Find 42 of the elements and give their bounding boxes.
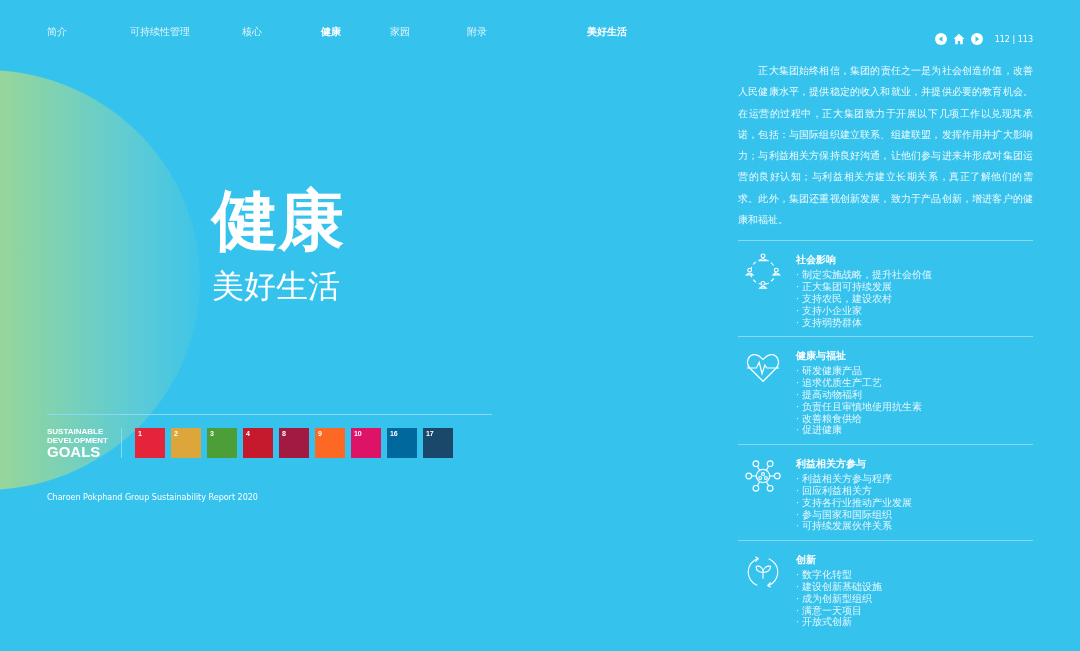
section-heading: 社会影响 [796, 253, 837, 268]
list-item: · 提高动物福利 [796, 388, 864, 401]
people-circle-icon [744, 253, 782, 292]
section-heading: 利益相关方参与 [796, 457, 867, 472]
list-item: · 支持弱势群体 [796, 316, 864, 329]
back-icon[interactable] [934, 33, 947, 45]
list-item: · 回应利益相关方 [796, 484, 874, 497]
nav-link[interactable]: 健康 [321, 25, 390, 39]
list-item: · 可持续发展伙伴关系 [796, 520, 894, 533]
list-item: · 追求优质生产工艺 [796, 377, 884, 389]
nav-link[interactable]: 核心 [242, 25, 321, 39]
page-title: 健康 [212, 180, 345, 260]
list-item: · 利益相关方参与程序 [796, 473, 894, 485]
intro-paragraph: 正大集团始终相信，集团的责任之一是为社会创造价值，改善人民健康水平，提供稳定的收入和就业，并提供必要的教育机会。在运营的过程中，正大集团致力于开展以下几项工作以兑现其承诺，包括：与国际组织建立联系、组建联盟，发挥作用并扩大影响力；与利益相关方保持良好沟通，让他们参与进来并形成对集团运营的良好认知；与利益相关方建立长期关系，真正了解他们的需求。此外，集团还重视创新发展，致力于产品创新，增进客户的健康和福祉。 [738, 64, 1033, 228]
list-item: · 参与国家和国际组织 [796, 508, 894, 520]
nav-link[interactable]: 简介 [47, 25, 130, 39]
list-item: · 支持小企业家 [796, 304, 864, 317]
list-item: · 支持各行业推动产业发展 [796, 496, 913, 509]
page-subtitle: 美好生活 [212, 266, 341, 306]
sdg-logo: SUSTAINABLE DEVELOPMENT GOALS [47, 427, 108, 459]
page-numbers: 112 | 113 [994, 34, 1033, 44]
list-item: · 制定实施战略，提升社会价值 [796, 269, 933, 281]
nav-link[interactable]: 附录 [467, 25, 587, 39]
nav-link[interactable]: 可持续性管理 [130, 25, 242, 39]
list-item: · 改善粮食供给 [796, 412, 864, 425]
section-label: 美好生活 [587, 25, 627, 39]
list-item: · 成为创新型组织 [796, 592, 874, 605]
list-item: · 促进健康 [796, 424, 844, 437]
list-item: · 建设创新基础设施 [796, 580, 883, 593]
home-icon[interactable] [952, 33, 965, 45]
list-item: · 正大集团可持续发展 [796, 281, 894, 293]
section-heading: 创新 [796, 553, 817, 568]
list-item: · 数字化转型 [796, 569, 854, 581]
section-heading: 健康与福祉 [796, 349, 847, 364]
nav-link[interactable]: 家园 [390, 25, 467, 39]
list-item: · 满意一天项目 [796, 604, 864, 616]
list-item: · 开放式创新 [796, 616, 854, 629]
forward-icon[interactable] [970, 33, 983, 45]
list-item: · 负责任且审慎地使用抗生素 [796, 400, 923, 413]
list-item: · 支持农民，建设农村 [796, 292, 894, 305]
list-item: · 研发健康产品 [796, 365, 864, 377]
footer-text: Charoen Pokphand Group Sustainability Report 2020 [47, 493, 259, 502]
